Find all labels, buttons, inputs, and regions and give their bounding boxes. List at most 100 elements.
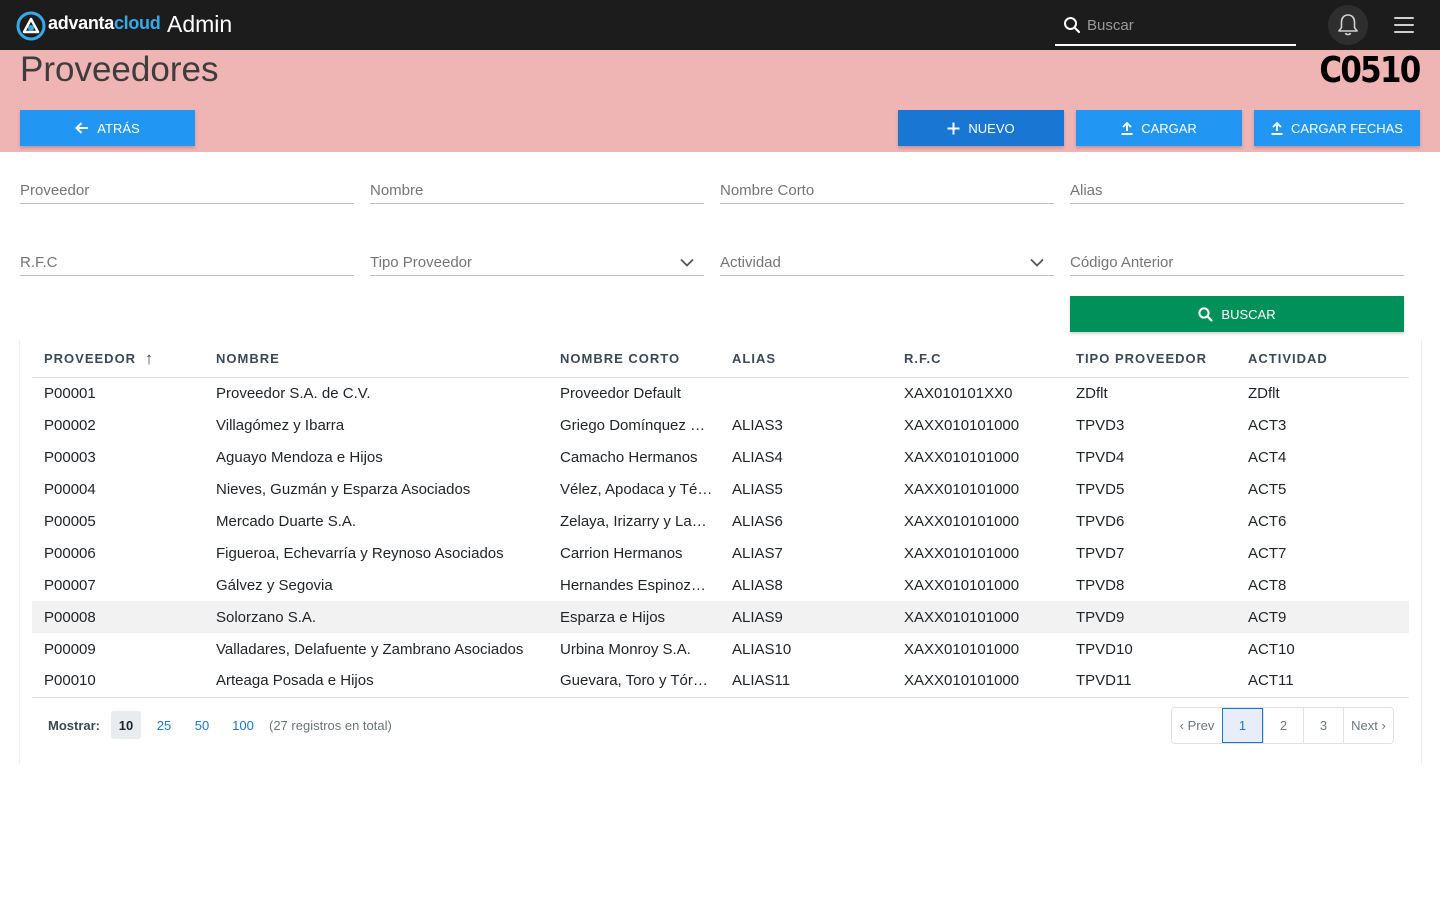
cell-actividad: ACT8	[1248, 576, 1287, 594]
page-2-button[interactable]: 2	[1263, 708, 1303, 743]
cell-rfc: XAXX010101000	[904, 512, 1020, 530]
new-button-label: NUEVO	[968, 120, 1015, 136]
menu-bar	[1394, 24, 1414, 26]
cell-proveedor: P00006	[44, 544, 96, 562]
column-header-nombre-corto[interactable]: NOMBRE CORTO	[548, 340, 720, 378]
cell-tipo-proveedor: TPVD6	[1076, 512, 1125, 530]
codigo-anterior-filter-input[interactable]	[1070, 250, 1404, 274]
cell-alias	[720, 377, 892, 409]
advantacloud-logo-icon	[16, 11, 46, 41]
column-header-proveedor[interactable]: PROVEEDOR ↑	[32, 340, 204, 378]
sort-arrow-up-icon: ↑	[144, 349, 155, 369]
nombre-filter-input[interactable]	[370, 178, 704, 202]
cell-alias: ALIAS3	[732, 416, 783, 434]
cell-actividad: ACT6	[1248, 512, 1287, 530]
column-header-tipo-proveedor[interactable]: TIPO PROVEEDOR	[1064, 340, 1236, 378]
cell-actividad: ACT11	[1236, 665, 1409, 698]
cell-proveedor: P00003	[44, 448, 96, 466]
cell-proveedor: P00005	[44, 512, 96, 530]
page-size-option-100[interactable]: 100	[228, 711, 258, 739]
brand-part-2: cloud	[113, 13, 161, 33]
page-size-option-10[interactable]: 10	[111, 711, 141, 739]
proveedor-filter	[20, 178, 354, 204]
table-row[interactable]: P00005 Mercado Duarte S.A. Zelaya, Iriza…	[32, 505, 1409, 537]
back-button[interactable]: ATRÁS	[20, 110, 195, 146]
search-button[interactable]: BUSCAR	[1070, 296, 1404, 332]
arrow-left-icon	[75, 122, 89, 134]
cell-proveedor: P00001	[44, 384, 96, 402]
page-size-label: Mostrar:	[48, 718, 101, 733]
table-row[interactable]: P00002 Villagómez y Ibarra Griego Domínq…	[32, 409, 1409, 441]
cell-alias: ALIAS5	[732, 480, 783, 498]
notifications-button[interactable]	[1328, 5, 1368, 45]
table-row[interactable]: P00003 Aguayo Mendoza e Hijos Camacho He…	[32, 441, 1409, 473]
table-row[interactable]: P00008 Solorzano S.A. Esparza e Hijos AL…	[32, 601, 1409, 633]
page-1-button[interactable]: 1	[1222, 708, 1263, 743]
menu-bar	[1394, 31, 1414, 33]
hamburger-menu-icon[interactable]	[1394, 17, 1414, 35]
prev-page-button[interactable]: ‹ Prev	[1172, 708, 1222, 743]
column-header-actividad[interactable]: ACTIVIDAD	[1236, 340, 1409, 378]
cell-alias: ALIAS4	[732, 448, 783, 466]
global-search-input[interactable]	[1087, 12, 1287, 38]
column-header-rfc[interactable]: R.F.C	[892, 340, 1064, 378]
table-row[interactable]: P00009 Valladares, Delafuente y Zambrano…	[32, 633, 1409, 665]
page-size-option-50[interactable]: 50	[190, 711, 214, 739]
cell-nombre-corto: Camacho Hermanos	[560, 448, 698, 466]
upload-button[interactable]: CARGAR	[1076, 110, 1242, 146]
table-row[interactable]: P00010 Arteaga Posada e Hijos Guevara, T…	[32, 665, 1409, 698]
page-header: Proveedores C0510 ATRÁS NUEVO CARGAR CAR…	[0, 50, 1440, 152]
cell-actividad: ZDflt	[1248, 384, 1280, 402]
table-row[interactable]: P00004 Nieves, Guzmán y Esparza Asociado…	[32, 473, 1409, 505]
table-footer: Mostrar: 10 25 50 100 (27 registros en t…	[32, 707, 1409, 744]
cell-nombre: Valladares, Delafuente y Zambrano Asocia…	[216, 640, 524, 658]
cell-nombre: Figueroa, Echevarría y Reynoso Asociados	[216, 544, 504, 562]
cell-tipo-proveedor: TPVD11	[1064, 665, 1236, 698]
actividad-select-input[interactable]	[720, 250, 1054, 274]
pagination: ‹ Prev 1 2 3 Next ›	[1171, 707, 1394, 744]
providers-table-card: PROVEEDOR ↑ NOMBRE NOMBRE CORTO ALIAS R.…	[19, 340, 1422, 764]
table-row[interactable]: P00007 Gálvez y Segovia Hernandes Espino…	[32, 569, 1409, 601]
column-header-nombre[interactable]: NOMBRE	[204, 340, 548, 378]
actividad-select[interactable]	[720, 250, 1054, 276]
cell-tipo-proveedor: TPVD3	[1076, 416, 1125, 434]
cell-rfc: XAX010101XX0	[904, 384, 1013, 402]
new-button[interactable]: NUEVO	[898, 110, 1064, 146]
cell-rfc: XAXX010101000	[904, 416, 1020, 434]
next-page-button[interactable]: Next ›	[1343, 708, 1393, 743]
cell-nombre-corto: Vélez, Apodaca y Té…	[560, 480, 713, 498]
cell-alias: ALIAS9	[720, 601, 892, 633]
cell-nombre-corto: Urbina Monroy S.A.	[560, 640, 691, 658]
page-size-option-25[interactable]: 25	[152, 711, 176, 739]
cell-nombre-corto: Esparza e Hijos	[548, 601, 720, 633]
cell-tipo-proveedor: TPVD5	[1076, 480, 1125, 498]
rfc-filter-input[interactable]	[20, 250, 354, 274]
nombre-corto-filter-input[interactable]	[720, 178, 1054, 202]
alias-filter-input[interactable]	[1070, 178, 1404, 202]
page-3-button[interactable]: 3	[1303, 708, 1343, 743]
upload-icon	[1121, 121, 1133, 135]
cell-nombre-corto: Griego Domínquez …	[560, 416, 706, 434]
global-search	[1055, 4, 1296, 46]
cell-nombre-corto: Proveedor Default	[560, 384, 681, 402]
cell-rfc: XAXX010101000	[892, 601, 1064, 633]
cell-tipo-proveedor: TPVD9	[1064, 601, 1236, 633]
proveedor-filter-input[interactable]	[20, 178, 354, 202]
cell-alias: ALIAS10	[732, 640, 792, 658]
brand-name[interactable]: advantacloud	[48, 13, 161, 34]
tipo-proveedor-select-input[interactable]	[370, 250, 704, 274]
table-row[interactable]: P00001 Proveedor S.A. de C.V. Proveedor …	[32, 377, 1409, 409]
codigo-anterior-filter	[1070, 250, 1404, 276]
cell-alias: ALIAS7	[732, 544, 783, 562]
column-header-alias[interactable]: ALIAS	[720, 340, 892, 378]
alias-filter	[1070, 178, 1404, 204]
page-title: Proveedores	[20, 50, 219, 89]
cell-proveedor: P00007	[44, 576, 96, 594]
tipo-proveedor-select[interactable]	[370, 250, 704, 276]
upload-button-label: CARGAR	[1141, 120, 1197, 136]
cell-nombre: Gálvez y Segovia	[216, 576, 333, 594]
upload-dates-button[interactable]: CARGAR FECHAS	[1254, 110, 1420, 146]
back-button-label: ATRÁS	[97, 120, 140, 136]
cell-nombre-corto: Zelaya, Irizarry y La…	[560, 512, 707, 530]
table-row[interactable]: P00006 Figueroa, Echevarría y Reynoso As…	[32, 537, 1409, 569]
